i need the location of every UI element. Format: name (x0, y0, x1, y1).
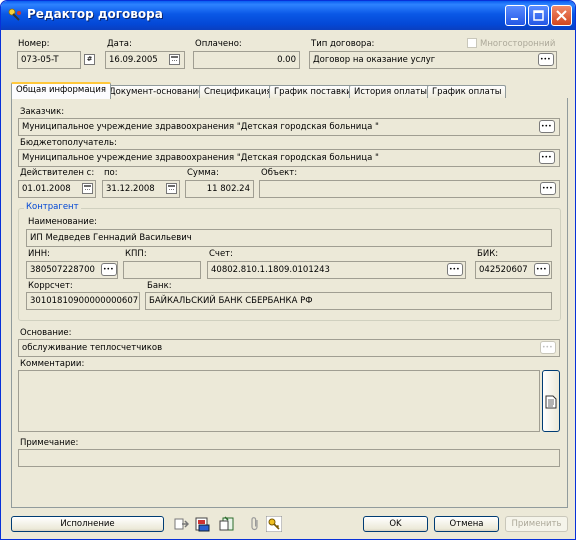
valid-to-calendar-icon[interactable] (166, 183, 177, 194)
basis-select-button[interactable] (540, 341, 556, 354)
paid-field: 0.00 (193, 51, 300, 69)
multilateral-label: Многосторонний (480, 39, 556, 49)
contract-type-label: Тип договора: (311, 39, 375, 49)
window-title: Редактор договора (27, 7, 163, 21)
tab-payment-history[interactable]: История оплаты (349, 85, 432, 99)
object-select-button[interactable] (540, 182, 556, 195)
note-label: Примечание: (20, 438, 79, 448)
tab-basis-document[interactable]: Документ-основание (104, 85, 209, 99)
paid-label: Оплачено: (195, 39, 242, 49)
calendar-icon[interactable] (169, 54, 180, 65)
date-label: Дата: (107, 39, 132, 49)
comments-editor-button[interactable] (542, 370, 560, 432)
number-label: Номер: (18, 39, 50, 49)
export-icon[interactable] (173, 516, 189, 532)
customer-select-button[interactable] (539, 120, 555, 133)
corr-account-label: Коррсчет: (28, 281, 73, 291)
corr-account-field: 30101810900000000607 (26, 292, 140, 310)
budget-recipient-select-button[interactable] (539, 151, 555, 164)
tab-delivery-schedule[interactable]: График поставки (269, 85, 357, 99)
tab-specification[interactable]: Спецификация (199, 85, 277, 99)
comments-textarea[interactable] (18, 370, 540, 432)
kpp-label: КПП: (125, 249, 147, 259)
bik-select-button[interactable] (534, 263, 550, 276)
number-picker-icon[interactable]: # (84, 54, 95, 65)
maximize-button[interactable] (528, 5, 549, 26)
sum-label: Сумма: (187, 168, 219, 178)
object-field (259, 180, 560, 198)
valid-from-calendar-icon[interactable] (82, 183, 93, 194)
execution-button[interactable]: Исполнение (11, 516, 164, 532)
bank-label: Банк: (147, 281, 172, 291)
inn-select-button[interactable] (101, 263, 117, 276)
account-select-button[interactable] (447, 263, 463, 276)
contractor-name-field: ИП Медведев Геннадий Васильевич (26, 229, 552, 247)
close-button[interactable] (551, 5, 572, 26)
basis-field: обслуживание теплосчетчиков (18, 339, 560, 357)
apply-button[interactable]: Применить (505, 516, 568, 532)
note-field[interactable] (18, 449, 560, 467)
budget-recipient-label: Бюджетополучатель: (20, 138, 117, 148)
customer-field: Муниципальное учреждение здравоохранения… (18, 118, 560, 136)
number-field[interactable]: 073-05-T (17, 51, 81, 69)
comments-label: Комментарии: (20, 359, 85, 369)
kpp-field (123, 261, 201, 279)
contract-editor-window: Редактор договора Номер: 073-05-T # Дата… (0, 0, 576, 540)
copy-document-icon[interactable] (219, 516, 235, 532)
print-preview-icon[interactable] (195, 516, 211, 532)
valid-from-label: Действителен с: (20, 168, 95, 178)
tab-payment-schedule[interactable]: График оплаты (427, 85, 507, 99)
document-icon (545, 395, 557, 409)
title-bar[interactable]: Редактор договора (1, 1, 575, 30)
ok-button[interactable]: OK (363, 516, 428, 532)
basis-label: Основание: (20, 328, 72, 338)
key-icon[interactable] (266, 516, 282, 532)
close-icon (556, 10, 567, 21)
multilateral-checkbox[interactable] (467, 38, 477, 48)
bank-field: БАЙКАЛЬСКИЙ БАНК СБЕРБАНКА РФ (145, 292, 552, 310)
maximize-icon (533, 10, 544, 21)
cancel-button[interactable]: Отмена (434, 516, 499, 532)
inn-label: ИНН: (28, 249, 51, 259)
contract-type-field: Договор на оказание услуг (309, 51, 557, 69)
attachment-icon[interactable] (247, 516, 263, 532)
customer-label: Заказчик: (20, 107, 65, 117)
object-label: Объект: (261, 168, 298, 178)
budget-recipient-field: Муниципальное учреждение здравоохранения… (18, 149, 560, 167)
sum-field[interactable]: 11 802.24 (185, 180, 254, 198)
contractor-name-label: Наименование: (28, 217, 97, 227)
minimize-icon (511, 18, 518, 20)
valid-to-label: по: (104, 168, 118, 178)
account-field: 40802.810.1.1809.0101243 (207, 261, 466, 279)
contract-type-select-button[interactable] (538, 53, 554, 66)
tab-general-info[interactable]: Общая информация (11, 82, 111, 99)
app-icon (8, 8, 21, 21)
bik-label: БИК: (477, 249, 499, 259)
minimize-button[interactable] (505, 5, 526, 26)
account-label: Счет: (209, 249, 234, 259)
contractor-legend: Контрагент (24, 202, 81, 212)
